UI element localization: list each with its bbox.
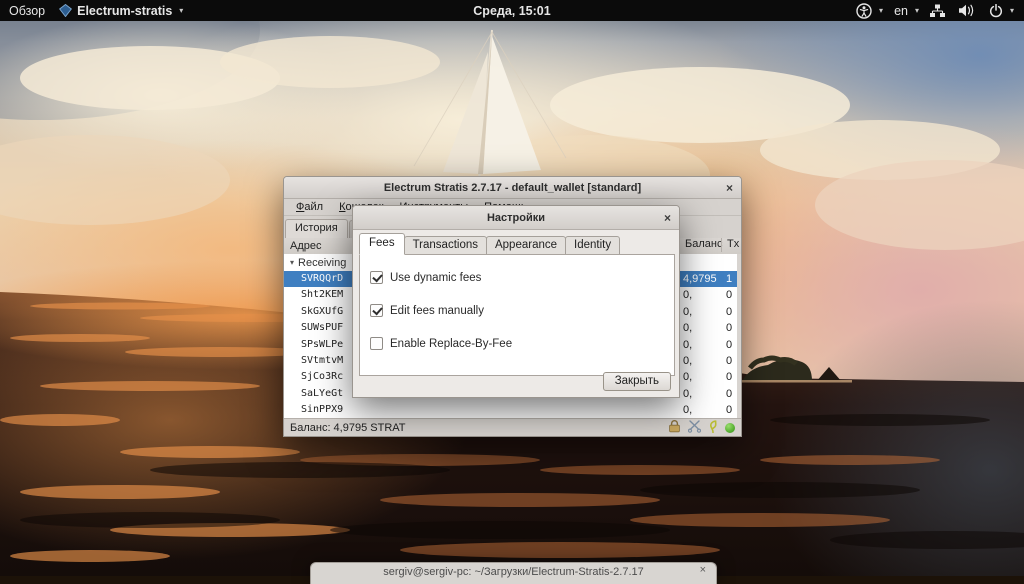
tab-appearance[interactable]: Appearance: [485, 236, 567, 255]
checkbox-icon: [370, 337, 383, 350]
gnome-top-bar: Обзор Electrum-stratis ▾ Среда, 15:01 ▾: [0, 0, 1024, 21]
power-icon: [989, 3, 1003, 18]
app-menu[interactable]: Electrum-stratis ▾: [59, 4, 183, 18]
column-address[interactable]: Адрес: [290, 240, 322, 252]
table-row[interactable]: SinPPX9 0, 0: [284, 402, 737, 418]
menu-file[interactable]: Файл: [289, 200, 330, 214]
keyboard-layout-menu[interactable]: en ▾: [894, 4, 919, 18]
checkbox-label: Edit fees manually: [390, 304, 484, 317]
terminal-window[interactable]: sergiv@sergiv-pc: ~/Загрузки/Electrum-St…: [310, 562, 717, 584]
lock-icon[interactable]: [668, 419, 681, 436]
app-menu-label: Electrum-stratis: [77, 3, 173, 18]
checkbox-icon: [370, 271, 383, 284]
column-balance[interactable]: Баланс: [679, 238, 722, 252]
main-window-titlebar[interactable]: Electrum Stratis 2.7.17 - default_wallet…: [284, 177, 741, 199]
checkbox-label: Use dynamic fees: [390, 271, 482, 284]
settings-tab-bar: Fees Transactions Appearance Identity: [359, 233, 621, 255]
tab-transactions[interactable]: Transactions: [403, 236, 487, 255]
activities-label: Обзор: [9, 3, 46, 18]
group-label: Receiving: [298, 256, 347, 269]
close-button[interactable]: Закрыть: [602, 372, 671, 391]
column-tx[interactable]: Tx: [721, 238, 744, 252]
electrum-logo-icon: [59, 4, 73, 17]
seed-icon[interactable]: [708, 419, 718, 436]
fees-panel: Use dynamic fees Edit fees manually Enab…: [359, 254, 675, 376]
checkbox-use-dynamic-fees[interactable]: Use dynamic fees: [370, 271, 481, 284]
network-icon: [929, 4, 945, 18]
status-bar: Баланс: 4,9795 STRAT: [284, 418, 741, 436]
close-icon[interactable]: ×: [664, 206, 671, 229]
activities-button[interactable]: Обзор: [9, 4, 45, 18]
main-window-title: Electrum Stratis 2.7.17 - default_wallet…: [383, 181, 642, 194]
tab-fees[interactable]: Fees: [359, 233, 405, 255]
system-menu[interactable]: ▾: [929, 3, 1014, 18]
expand-arrow-icon: ▾: [290, 258, 295, 267]
network-status-icon[interactable]: [725, 422, 735, 433]
balance-status: Баланс: 4,9795 STRAT: [290, 421, 406, 434]
close-icon[interactable]: ×: [700, 564, 706, 576]
close-icon[interactable]: ×: [726, 177, 733, 198]
terminal-title: sergiv@sergiv-pc: ~/Загрузки/Electrum-St…: [383, 566, 644, 578]
checkbox-edit-fees-manually[interactable]: Edit fees manually: [370, 304, 484, 317]
scissors-icon[interactable]: [687, 419, 702, 436]
settings-titlebar[interactable]: Настройки ×: [353, 206, 679, 230]
tab-history[interactable]: История: [285, 219, 348, 238]
chevron-down-icon: ▾: [914, 6, 919, 15]
tab-identity[interactable]: Identity: [565, 236, 621, 255]
volume-icon: [958, 4, 975, 17]
chevron-down-icon: ▾: [1009, 6, 1014, 15]
keyboard-layout-label: en: [894, 3, 908, 18]
checkbox-label: Enable Replace-By-Fee: [390, 337, 513, 350]
chevron-down-icon: ▾: [179, 6, 184, 15]
accessibility-icon: [856, 2, 872, 19]
settings-dialog: Настройки × Fees Transactions Appearance…: [352, 205, 680, 398]
checkbox-enable-rbf[interactable]: Enable Replace-By-Fee: [370, 337, 512, 350]
chevron-down-icon: ▾: [879, 6, 884, 15]
accessibility-menu[interactable]: ▾: [856, 2, 884, 19]
settings-title: Настройки: [486, 211, 546, 224]
checkbox-icon: [370, 304, 383, 317]
